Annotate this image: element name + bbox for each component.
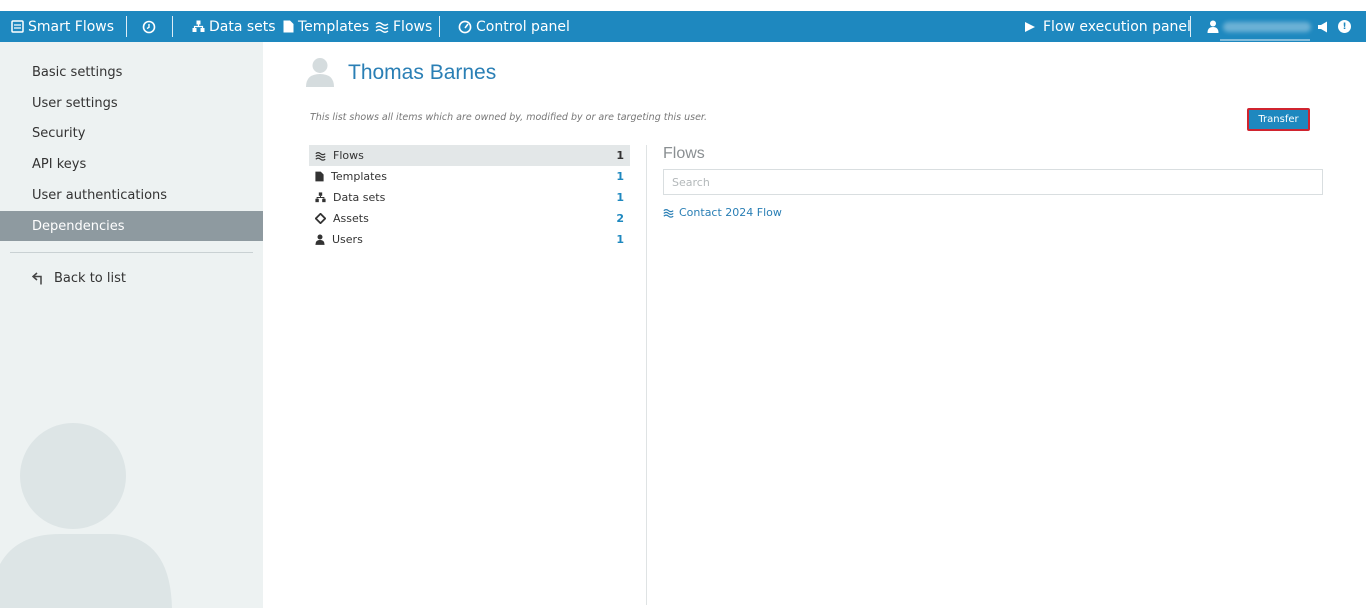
avatar-placeholder-icon — [0, 423, 172, 608]
search-input[interactable] — [663, 169, 1323, 195]
info-text: This list shows all items which are owne… — [310, 112, 707, 123]
document-icon — [315, 171, 324, 182]
sidebar-item-label: Basic settings — [32, 64, 123, 80]
category-templates[interactable]: Templates 1 — [309, 166, 630, 187]
category-label: Templates — [331, 170, 387, 183]
sidebar-item-basic-settings[interactable]: Basic settings — [0, 57, 263, 87]
back-arrow-icon — [32, 271, 42, 284]
flows-icon — [375, 21, 389, 33]
history-button[interactable] — [142, 11, 160, 42]
nav-divider — [439, 16, 440, 37]
category-count: 1 — [616, 170, 624, 183]
category-label: Flows — [333, 149, 364, 162]
smart-flows-icon — [11, 20, 24, 33]
sidebar: Basic settings User settings Security AP… — [0, 42, 263, 608]
dataset-icon — [192, 20, 205, 32]
nav-divider — [126, 16, 127, 37]
category-users[interactable]: Users 1 — [309, 229, 630, 250]
category-data-sets[interactable]: Data sets 1 — [309, 187, 630, 208]
category-label: Assets — [333, 212, 369, 225]
top-strip — [0, 0, 1366, 11]
document-icon — [283, 20, 294, 33]
page-title: Thomas Barnes — [348, 61, 497, 84]
panel-title: Flows — [663, 145, 705, 162]
notifications-button[interactable]: ! — [1317, 11, 1351, 42]
nav-divider — [172, 16, 173, 37]
nav-datasets-label: Data sets — [209, 18, 276, 35]
nav-flow-execution[interactable]: Flow execution panel — [1024, 11, 1191, 42]
nav-control-panel[interactable]: Control panel — [458, 11, 570, 42]
sidebar-item-user-authentications[interactable]: User authentications — [0, 180, 263, 210]
megaphone-icon — [1318, 21, 1327, 32]
sidebar-item-label: Security — [32, 125, 86, 141]
notification-badge: ! — [1338, 20, 1351, 33]
username-redacted — [1223, 21, 1311, 32]
user-avatar-icon — [306, 58, 334, 87]
sidebar-item-label: User settings — [32, 95, 118, 111]
category-label: Data sets — [333, 191, 386, 204]
result-item-contact-2024-flow[interactable]: Contact 2024 Flow — [663, 206, 782, 219]
category-count: 1 — [616, 233, 624, 246]
category-assets[interactable]: Assets 2 — [309, 208, 630, 229]
sidebar-item-label: Dependencies — [32, 218, 125, 234]
category-flows[interactable]: Flows 1 — [309, 145, 630, 166]
gauge-icon — [458, 20, 472, 33]
flows-icon — [315, 151, 326, 161]
result-label: Contact 2024 Flow — [679, 206, 782, 219]
top-navbar: Smart Flows Data sets Templates Flows Co… — [0, 11, 1366, 42]
nav-datasets[interactable]: Data sets — [192, 11, 276, 42]
flows-icon — [663, 208, 674, 218]
category-count: 2 — [616, 212, 624, 225]
panel-divider — [646, 145, 647, 605]
main-content: Thomas Barnes This list shows all items … — [263, 42, 1366, 608]
nav-control-panel-label: Control panel — [476, 18, 570, 35]
user-icon — [315, 234, 325, 245]
category-count: 1 — [616, 191, 624, 204]
sidebar-item-user-settings[interactable]: User settings — [0, 88, 263, 118]
nav-divider — [1190, 16, 1191, 37]
user-icon — [1207, 20, 1219, 33]
sidebar-item-label: API keys — [32, 156, 87, 172]
category-list: Flows 1 Templates 1 Data sets 1 Assets 2… — [309, 145, 630, 250]
play-icon — [1025, 21, 1035, 32]
dataset-icon — [315, 192, 326, 203]
category-count: 1 — [616, 149, 624, 162]
diamond-icon — [315, 213, 326, 224]
nav-flow-execution-label: Flow execution panel — [1043, 18, 1191, 35]
transfer-button[interactable]: Transfer — [1247, 108, 1310, 131]
back-to-list-link[interactable]: Back to list — [32, 268, 126, 288]
back-to-list-label: Back to list — [54, 270, 126, 286]
nav-flows[interactable]: Flows — [375, 11, 432, 42]
nav-templates[interactable]: Templates — [283, 11, 369, 42]
nav-templates-label: Templates — [298, 18, 370, 35]
sidebar-item-dependencies[interactable]: Dependencies — [0, 211, 263, 241]
sidebar-divider — [10, 252, 253, 253]
brand-link[interactable]: Smart Flows — [11, 11, 114, 42]
user-underline — [1220, 39, 1310, 41]
user-menu[interactable] — [1207, 11, 1311, 42]
sidebar-item-label: User authentications — [32, 187, 168, 203]
nav-flows-label: Flows — [393, 18, 433, 35]
sidebar-item-api-keys[interactable]: API keys — [0, 149, 263, 179]
brand-label: Smart Flows — [28, 18, 115, 35]
sidebar-item-security[interactable]: Security — [0, 118, 263, 148]
category-label: Users — [332, 233, 363, 246]
clock-icon — [142, 20, 156, 33]
